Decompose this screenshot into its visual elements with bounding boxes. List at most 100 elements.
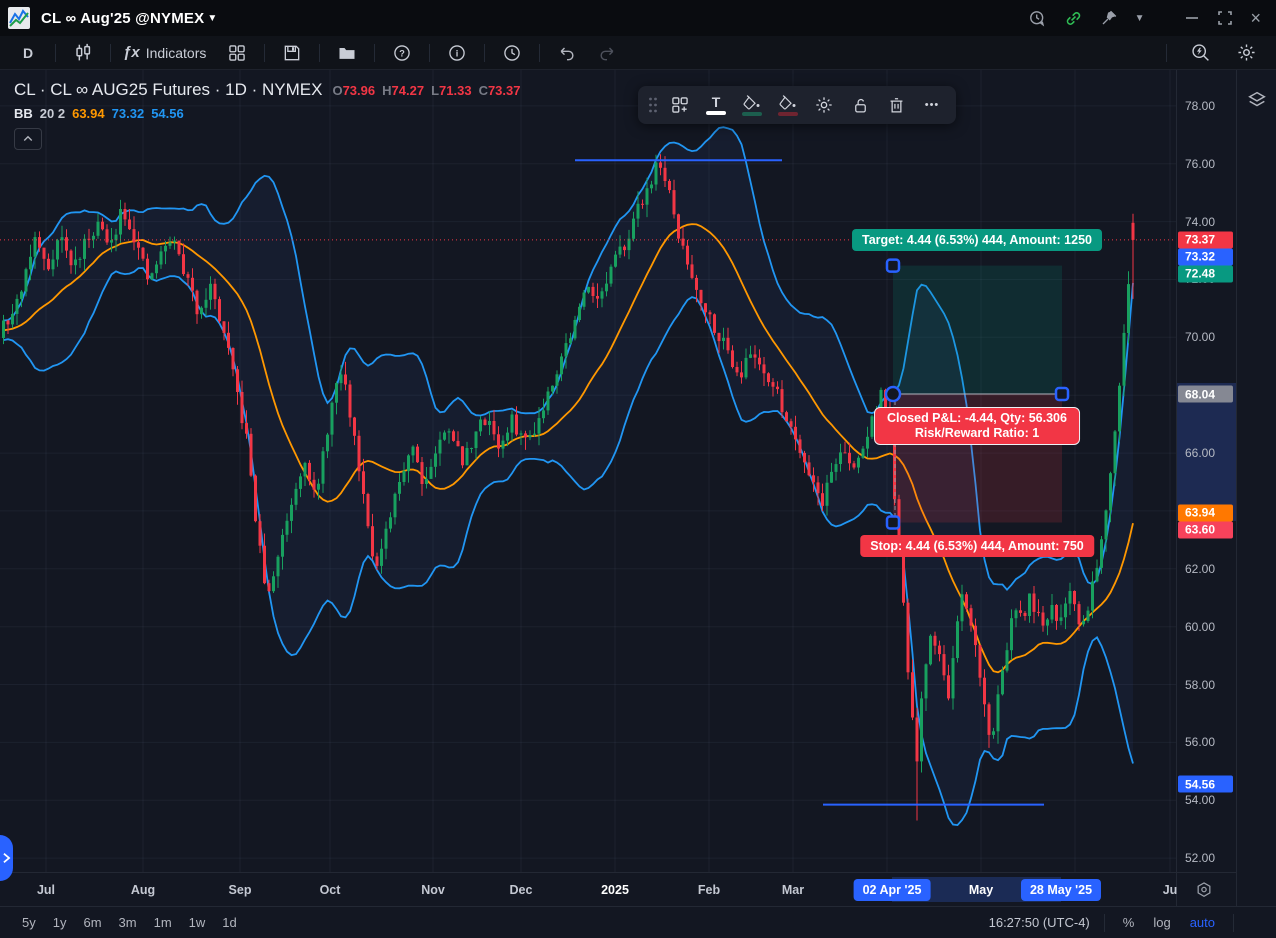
price-badge: 73.37 [1178, 231, 1233, 248]
price-badge: 63.94 [1178, 504, 1233, 521]
template-button[interactable] [662, 89, 698, 121]
indicator-legend[interactable]: BB 20 2 63.94 73.32 54.56 [14, 106, 528, 121]
price-tick-label: 66.00 [1185, 446, 1215, 460]
range-5y[interactable]: 5y [22, 915, 36, 930]
help-icon: ? [392, 43, 412, 63]
trash-icon [887, 96, 906, 115]
minimize-button[interactable] [1184, 10, 1200, 26]
settings-button[interactable] [1226, 39, 1266, 67]
price-tick-label: 58.00 [1185, 678, 1215, 692]
price-tick-label: 76.00 [1185, 157, 1215, 171]
ellipsis-icon: ••• [925, 99, 940, 111]
range-1d[interactable]: 1d [222, 915, 236, 930]
date-anchor-badge[interactable]: 28 May '25 [1021, 879, 1101, 901]
time-tick-label: Nov [421, 883, 445, 897]
pnl-label[interactable]: Closed P&L: -4.44, Qty: 56.306 Risk/Rewa… [874, 407, 1080, 445]
unlock-icon [851, 96, 870, 115]
price-axis[interactable]: 78.0076.0074.0072.0070.0068.0066.0064.00… [1176, 70, 1237, 872]
symbol-description[interactable]: CL · CL ∞ AUG25 Futures · 1D · NYMEX [14, 80, 322, 100]
redo-button[interactable] [587, 39, 627, 67]
log-scale-toggle[interactable]: log [1153, 915, 1170, 930]
chevron-up-icon [22, 133, 34, 145]
candle-style-button[interactable] [63, 39, 103, 67]
more-options-button[interactable]: ••• [914, 89, 950, 121]
save-layout-button[interactable] [272, 39, 312, 67]
tradingview-window: CL ∞ Aug'25 @NYMEX ▼ ▼ [0, 0, 1276, 938]
chart-legend: CL · CL ∞ AUG25 Futures · 1D · NYMEX O73… [14, 80, 528, 150]
lock-drawing-button[interactable] [842, 89, 878, 121]
bottom-toolbar: 5y 1y 6m 3m 1m 1w 1d 16:27:50 (UTC-4) % … [0, 906, 1276, 938]
range-1w[interactable]: 1w [189, 915, 206, 930]
price-tick-label: 56.00 [1185, 735, 1215, 749]
loss-fill-color-button[interactable] [770, 89, 806, 121]
range-3m[interactable]: 3m [119, 915, 137, 930]
time-tick-label: May [969, 883, 993, 897]
right-sidebar [1236, 70, 1276, 906]
text-color-button[interactable]: T [698, 89, 734, 121]
templates-grid-icon [227, 43, 247, 63]
indicators-button[interactable]: ƒx Indicators [118, 39, 211, 67]
bar-replay-button[interactable] [492, 39, 532, 67]
time-tick-label: Dec [510, 883, 533, 897]
chart-pane[interactable]: CL · CL ∞ AUG25 Futures · 1D · NYMEX O73… [0, 70, 1176, 872]
main-toolbar: D ƒx Indicators [0, 36, 1276, 70]
profit-fill-color-button[interactable] [734, 89, 770, 121]
time-axis[interactable]: JulAugSepOctNovDec2025FebMarMayJu02 Apr … [0, 872, 1236, 907]
date-anchor-badge[interactable]: 02 Apr '25 [854, 879, 931, 901]
help-button[interactable]: ? [382, 39, 422, 67]
quick-search-button[interactable] [1180, 39, 1220, 67]
redo-icon [597, 43, 617, 63]
window-titlebar: CL ∞ Aug'25 @NYMEX ▼ ▼ [0, 0, 1276, 36]
time-tick-label: Oct [320, 883, 341, 897]
drawing-settings-button[interactable] [806, 89, 842, 121]
svg-text:i: i [456, 48, 459, 58]
toolbar-drag-handle[interactable] [644, 89, 662, 121]
auto-scale-toggle[interactable]: auto [1190, 915, 1215, 930]
svg-text:?: ? [400, 48, 406, 58]
open-layout-button[interactable] [327, 39, 367, 67]
price-chart-canvas[interactable] [0, 70, 1176, 872]
range-6m[interactable]: 6m [83, 915, 101, 930]
target-label[interactable]: Target: 4.44 (6.53%) 444, Amount: 1250 [852, 229, 1102, 251]
time-tick-label: Sep [229, 883, 252, 897]
range-1m[interactable]: 1m [154, 915, 172, 930]
price-badge: 72.48 [1178, 265, 1233, 282]
undo-button[interactable] [547, 39, 587, 67]
range-1y[interactable]: 1y [53, 915, 67, 930]
stop-label[interactable]: Stop: 4.44 (6.53%) 444, Amount: 750 [860, 535, 1094, 557]
window-title[interactable]: CL ∞ Aug'25 @NYMEX [41, 10, 204, 27]
price-tick-label: 54.00 [1185, 793, 1215, 807]
delete-drawing-button[interactable] [878, 89, 914, 121]
price-badge: 73.32 [1178, 248, 1233, 265]
info-button[interactable]: i [437, 39, 477, 67]
price-tick-label: 62.00 [1185, 562, 1215, 576]
drag-dots-icon [647, 96, 659, 114]
support-chat-icon[interactable] [1028, 9, 1047, 28]
link-icon[interactable] [1064, 9, 1083, 28]
object-tree-button[interactable] [1246, 89, 1268, 116]
save-icon [282, 43, 302, 63]
clock-display[interactable]: 16:27:50 (UTC-4) [989, 915, 1090, 930]
maximize-button[interactable] [1217, 10, 1233, 26]
paint-bucket-icon [779, 95, 797, 110]
text-color-T: T [712, 96, 721, 109]
show-left-panel-button[interactable] [0, 835, 13, 881]
drawing-floating-toolbar: T [638, 86, 956, 124]
pnl-line1: Closed P&L: -4.44, Qty: 56.306 [887, 411, 1067, 426]
pin-icon[interactable] [1100, 9, 1118, 27]
indicator-templates-button[interactable] [217, 39, 257, 67]
layout-caret-icon[interactable]: ▼ [1135, 13, 1145, 24]
price-tick-label: 74.00 [1185, 215, 1215, 229]
hexagon-circle-icon [1194, 880, 1214, 900]
time-tick-label: 2025 [601, 883, 629, 897]
info-icon: i [447, 43, 467, 63]
bb-lower-value: 54.56 [151, 106, 184, 121]
close-button[interactable]: × [1250, 9, 1261, 27]
legend-collapse-button[interactable] [14, 128, 42, 150]
symbol-menu-caret-icon[interactable]: ▼ [207, 13, 217, 24]
percent-scale-toggle[interactable]: % [1123, 915, 1135, 930]
price-badge: 68.04 [1178, 386, 1233, 403]
instrument-status-button[interactable] [1194, 880, 1214, 905]
indicator-name: BB [14, 106, 33, 121]
interval-button[interactable]: D [8, 39, 48, 67]
